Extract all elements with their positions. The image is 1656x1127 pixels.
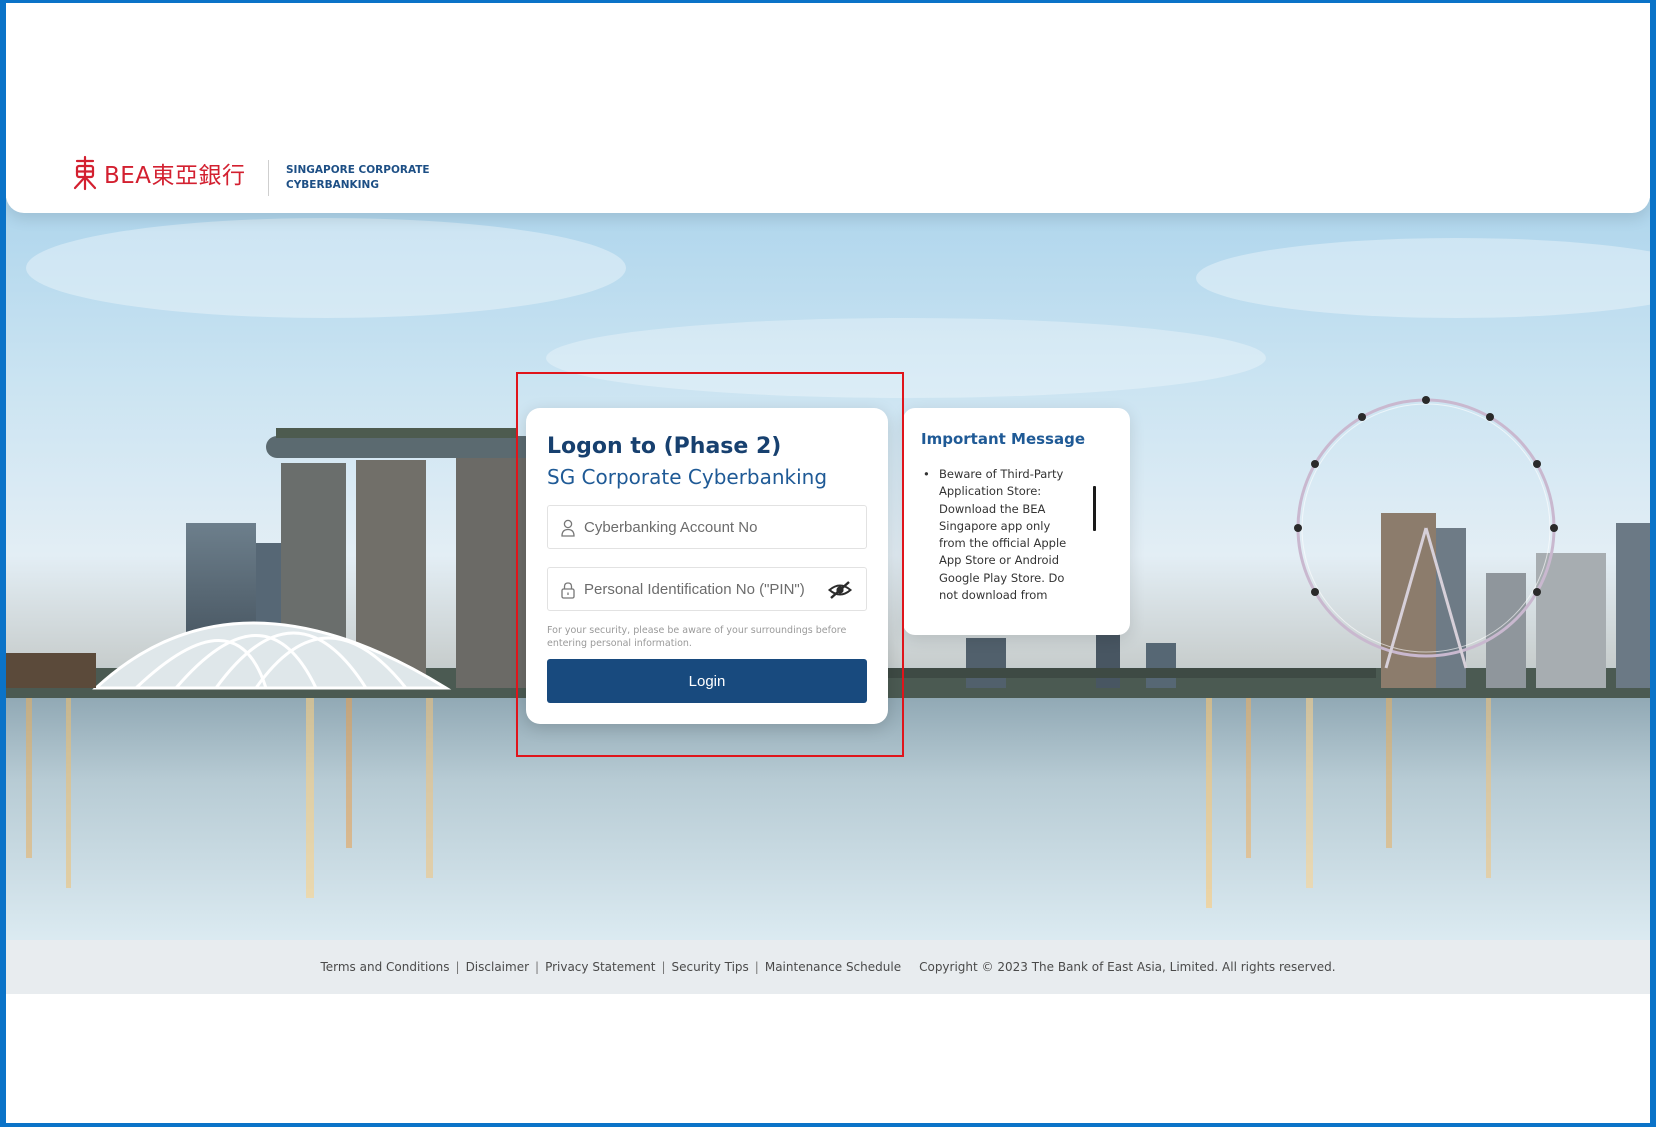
copyright-text: Copyright © 2023 The Bank of East Asia, … (919, 960, 1336, 974)
footer-separator: | (661, 960, 666, 974)
footer-link-privacy[interactable]: Privacy Statement (545, 960, 655, 974)
bea-logo[interactable]: BEA東亞銀行 (72, 155, 246, 191)
message-item: Beware of Third-Party Application Store:… (921, 466, 1071, 604)
login-title: Logon to (Phase 2) (547, 434, 782, 459)
account-number-input[interactable] (584, 506, 824, 548)
page-frame: BEA東亞銀行 SINGAPORE CORPORATE CYBERBANKING (6, 3, 1650, 1123)
lock-icon (561, 582, 575, 599)
portal-subtitle-line1: SINGAPORE CORPORATE (286, 164, 430, 176)
login-button[interactable]: Login (547, 659, 867, 703)
logo-divider (268, 160, 269, 196)
account-number-field[interactable] (547, 505, 867, 549)
bea-emblem-icon (73, 155, 97, 191)
logo-text: BEA東亞銀行 (104, 163, 246, 189)
message-scrollbar[interactable] (1093, 486, 1096, 531)
login-card: Logon to (Phase 2) SG Corporate Cyberban… (526, 408, 888, 724)
login-subtitle: SG Corporate Cyberbanking (547, 465, 828, 489)
footer: Terms and Conditions | Disclaimer | Priv… (6, 940, 1650, 994)
important-message-title: Important Message (921, 430, 1086, 448)
pin-input[interactable] (584, 568, 824, 610)
important-message-body[interactable]: Beware of Third-Party Application Store:… (921, 466, 1112, 616)
portal-subtitle-line2: CYBERBANKING (286, 179, 379, 191)
eye-slash-icon[interactable] (828, 580, 852, 600)
portal-subtitle: SINGAPORE CORPORATE CYBERBANKING (286, 163, 430, 193)
message-list: Beware of Third-Party Application Store:… (921, 466, 1071, 604)
header: BEA東亞銀行 SINGAPORE CORPORATE CYBERBANKING (6, 3, 1650, 213)
security-note: For your security, please be aware of yo… (547, 625, 847, 649)
footer-separator: | (535, 960, 540, 974)
footer-link-maintenance[interactable]: Maintenance Schedule (765, 960, 901, 974)
important-message-card: Important Message Beware of Third-Party … (903, 408, 1130, 635)
footer-separator: | (455, 960, 460, 974)
footer-separator: | (754, 960, 759, 974)
user-icon (561, 519, 575, 537)
footer-link-terms[interactable]: Terms and Conditions (320, 960, 449, 974)
footer-link-security-tips[interactable]: Security Tips (672, 960, 749, 974)
pin-field[interactable] (547, 567, 867, 611)
footer-link-disclaimer[interactable]: Disclaimer (466, 960, 529, 974)
